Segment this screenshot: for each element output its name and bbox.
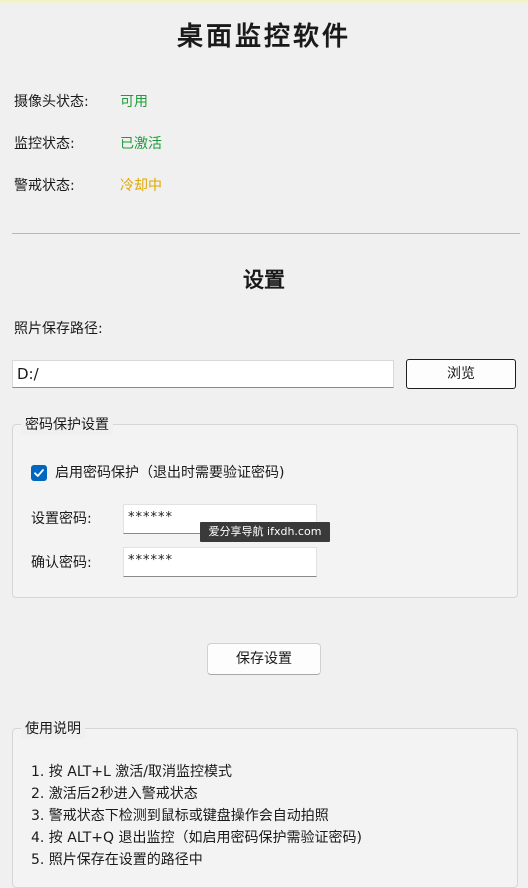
password-group-legend: 密码保护设置: [21, 415, 113, 435]
set-password-label: 设置密码:: [31, 511, 92, 527]
usage-item: 3. 警戒状态下检测到鼠标或键盘操作会自动拍照: [31, 808, 329, 824]
usage-item: 2. 激活后2秒进入警戒状态: [31, 786, 198, 802]
alert-status-label: 警戒状态:: [14, 178, 75, 194]
camera-status-label: 摄像头状态:: [14, 94, 89, 110]
usage-item: 5. 照片保存在设置的路径中: [31, 852, 203, 868]
usage-item: 1. 按 ALT+L 激活/取消监控模式: [31, 764, 232, 780]
usage-instructions-group: 使用说明 1. 按 ALT+L 激活/取消监控模式 2. 激活后2秒进入警戒状态…: [12, 719, 518, 888]
confirm-password-field[interactable]: ******: [123, 547, 317, 577]
checkmark-icon: [34, 469, 44, 477]
photo-path-input[interactable]: D:/: [12, 360, 394, 388]
window-top-edge: [0, 0, 528, 3]
usage-item: 4. 按 ALT+Q 退出监控（如启用密码保护需验证密码): [31, 830, 362, 846]
enable-password-label[interactable]: 启用密码保护（退出时需要验证密码): [55, 462, 284, 484]
monitor-status-value: 已激活: [120, 136, 162, 152]
section-divider: [12, 233, 520, 234]
watermark-overlay: 爱分享导航 ifxdh.com: [200, 522, 330, 542]
password-protection-group: 密码保护设置 启用密码保护（退出时需要验证密码) 设置密码: ****** 确认…: [12, 415, 518, 598]
save-settings-button[interactable]: 保存设置: [207, 643, 321, 675]
enable-password-checkbox[interactable]: [31, 465, 47, 481]
camera-status-value: 可用: [120, 94, 148, 110]
settings-title: 设置: [243, 268, 285, 292]
alert-status-value: 冷却中: [120, 178, 162, 194]
monitor-status-label: 监控状态:: [14, 136, 75, 152]
confirm-password-label: 确认密码:: [31, 555, 92, 571]
usage-group-legend: 使用说明: [21, 719, 85, 739]
app-title: 桌面监控软件: [176, 22, 351, 52]
browse-button[interactable]: 浏览: [406, 359, 516, 389]
usage-list: 1. 按 ALT+L 激活/取消监控模式 2. 激活后2秒进入警戒状态 3. 警…: [31, 761, 362, 871]
photo-path-label: 照片保存路径:: [14, 321, 103, 337]
